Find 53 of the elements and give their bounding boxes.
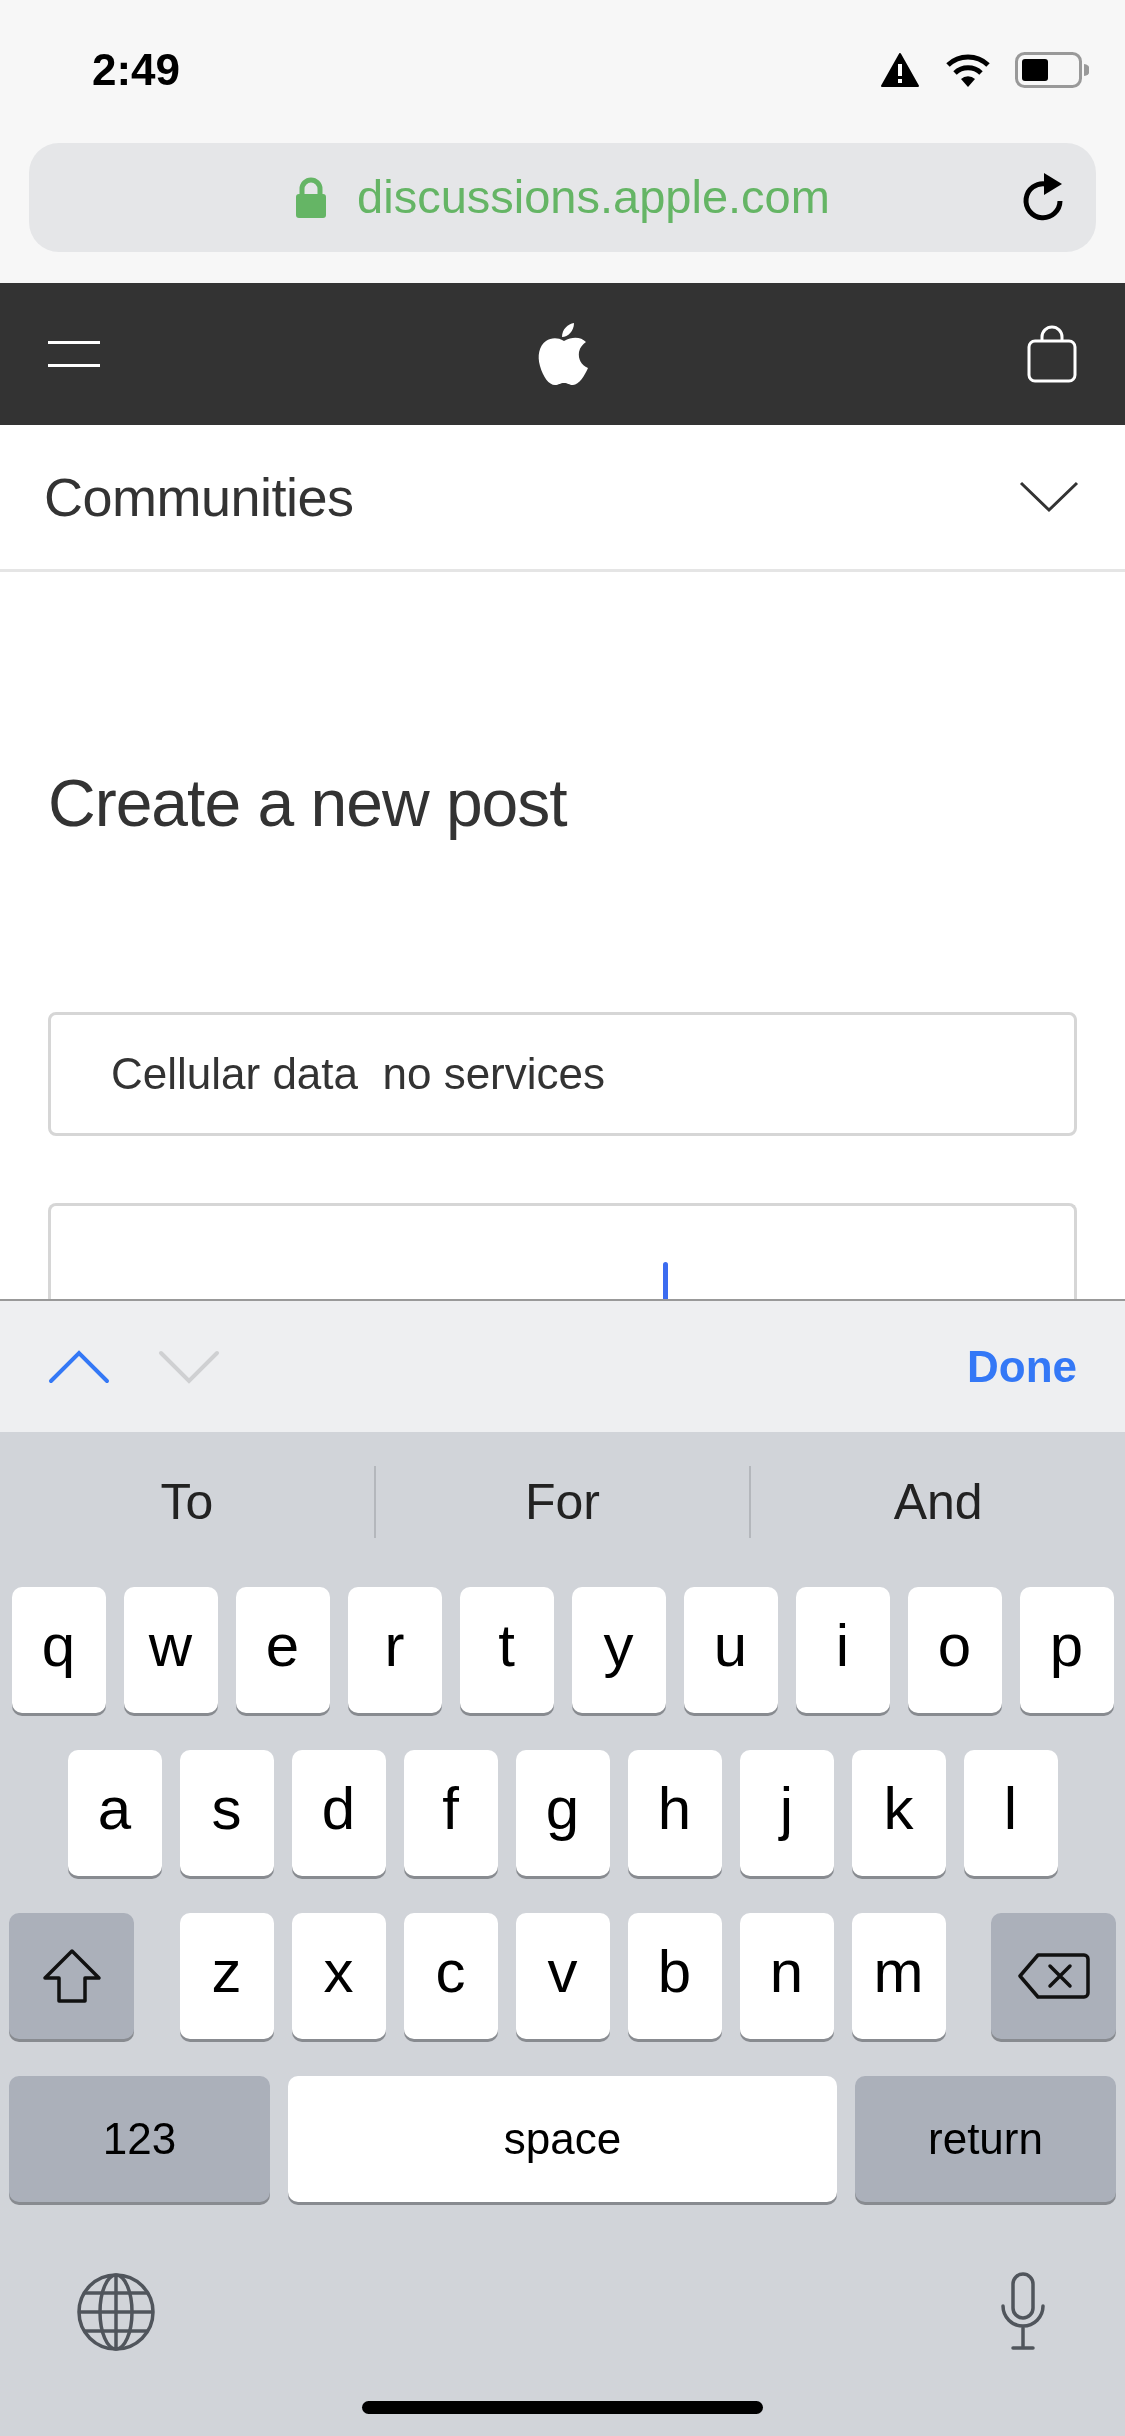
page-title: Create a new post (48, 765, 568, 842)
apple-logo-icon[interactable] (536, 321, 591, 387)
letter-key[interactable]: w (123, 1587, 218, 1713)
suggestion[interactable]: To (0, 1464, 374, 1540)
wifi-icon (945, 53, 991, 87)
suggestion[interactable]: For (375, 1464, 750, 1540)
battery-icon (1015, 52, 1089, 88)
letter-key[interactable]: k (851, 1750, 946, 1876)
shopping-bag-icon[interactable] (1027, 325, 1077, 383)
letter-key[interactable]: x (291, 1913, 386, 2039)
letter-key[interactable]: t (459, 1587, 554, 1713)
delete-icon (1017, 1952, 1090, 2000)
warning-icon (881, 53, 919, 87)
letter-key[interactable]: l (963, 1750, 1058, 1876)
letter-key[interactable]: s (179, 1750, 274, 1876)
status-time: 2:49 (92, 44, 181, 96)
letter-key[interactable]: a (67, 1750, 162, 1876)
letter-key[interactable]: c (403, 1913, 498, 2039)
globe-icon[interactable] (76, 2272, 156, 2352)
chevron-down-icon (1019, 481, 1079, 513)
letter-key[interactable]: i (795, 1587, 890, 1713)
letter-key[interactable]: e (235, 1587, 330, 1713)
suggestion[interactable]: And (751, 1464, 1125, 1540)
letter-key[interactable]: q (11, 1587, 106, 1713)
letter-key[interactable]: r (347, 1587, 442, 1713)
letter-key[interactable]: g (515, 1750, 610, 1876)
numbers-key[interactable]: 123 (9, 2076, 270, 2202)
letter-key[interactable]: p (1019, 1587, 1114, 1713)
menu-icon[interactable] (48, 341, 100, 367)
shift-icon (41, 1948, 102, 2004)
letter-key[interactable]: f (403, 1750, 498, 1876)
letter-key[interactable]: v (515, 1913, 610, 2039)
done-button[interactable]: Done (967, 1333, 1077, 1400)
space-key[interactable]: space (288, 2076, 837, 2202)
letter-key[interactable]: d (291, 1750, 386, 1876)
letter-key[interactable]: h (627, 1750, 722, 1876)
previous-field-button[interactable] (48, 1349, 110, 1384)
letter-key[interactable]: y (571, 1587, 666, 1713)
letter-key[interactable]: b (627, 1913, 722, 2039)
letter-key[interactable]: j (739, 1750, 834, 1876)
subject-field[interactable]: Cellular data no services (48, 1012, 1077, 1136)
letter-key[interactable]: z (179, 1913, 274, 2039)
letter-key[interactable]: m (851, 1913, 946, 2039)
shift-key[interactable] (9, 1913, 134, 2039)
letter-key[interactable]: n (739, 1913, 834, 2039)
text-caret (663, 1262, 668, 1299)
letter-key[interactable]: u (683, 1587, 778, 1713)
lock-icon (295, 176, 328, 219)
url-text: discussions.apple.com (357, 169, 830, 226)
return-key[interactable]: return (855, 2076, 1116, 2202)
letter-key[interactable]: o (907, 1587, 1002, 1713)
communities-menu[interactable]: Communities (0, 425, 1125, 572)
delete-key[interactable] (991, 1913, 1116, 2039)
